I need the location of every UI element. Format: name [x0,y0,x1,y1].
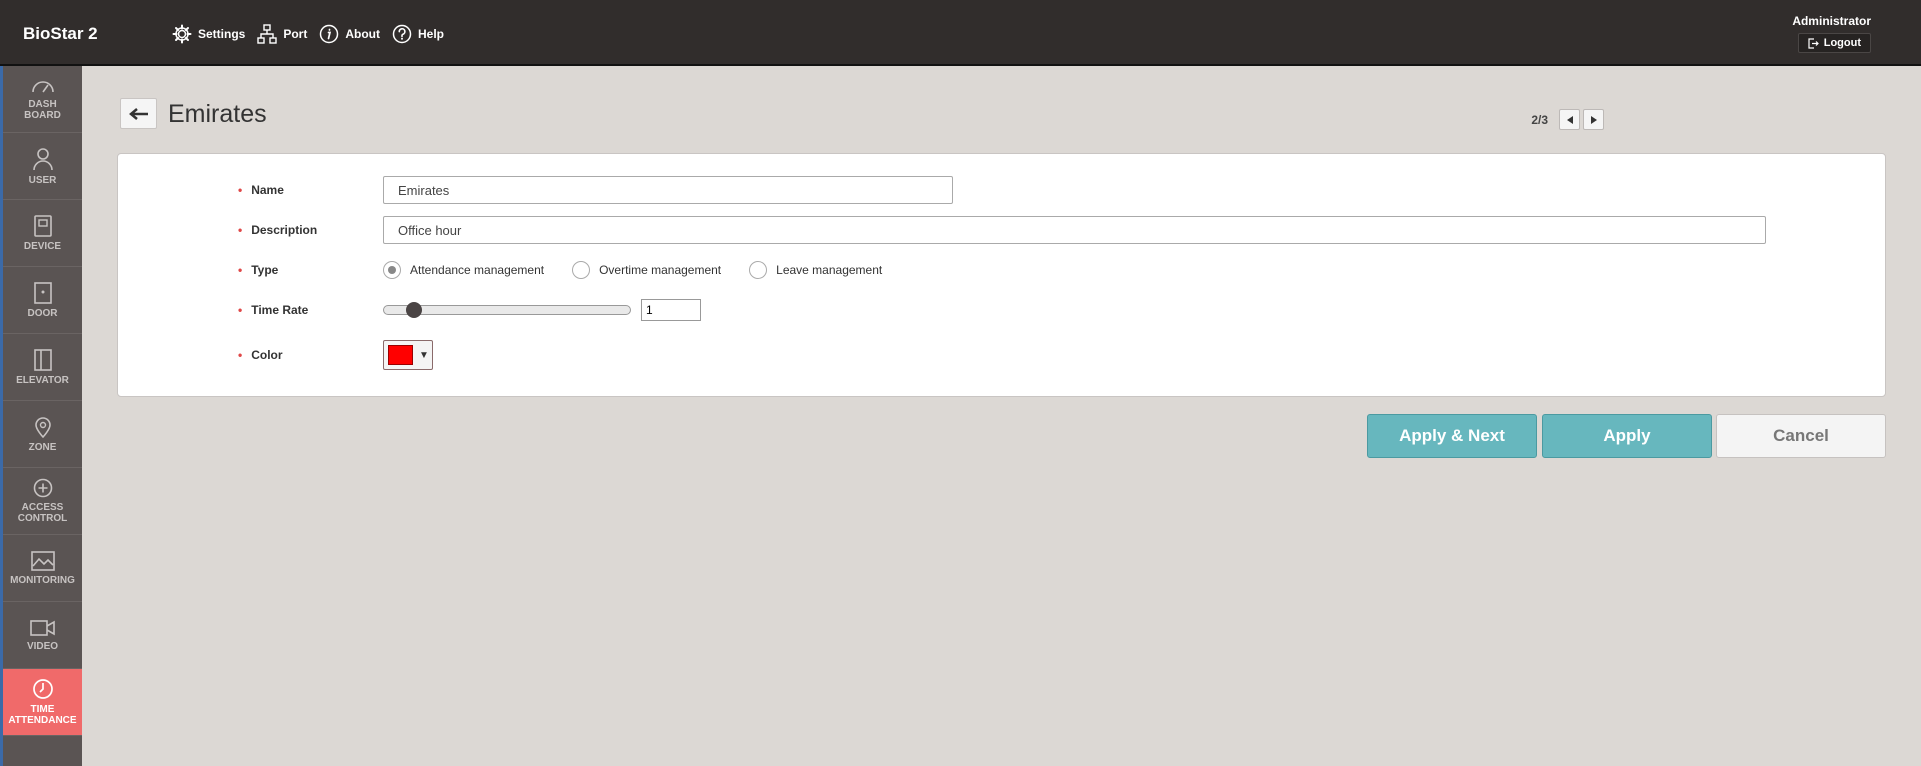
video-icon [29,619,55,636]
port-label: Port [283,27,308,41]
radio-selected-dot [388,266,396,274]
name-row: • Name [118,176,1885,204]
sidebar-label-video: VIDEO [26,640,59,652]
access-control-icon [33,478,52,498]
sidebar-item-time-attendance[interactable]: TIME ATTENDANCE [3,669,82,736]
type-label: • Type [238,263,279,277]
help-icon [392,24,412,44]
sidebar-label-access-1: ACCESS [21,502,64,513]
port-link[interactable]: Port [257,24,307,44]
cancel-button[interactable]: Cancel [1716,414,1886,458]
sidebar-item-access-control[interactable]: ACCESS CONTROL [3,468,82,535]
app-brand: BioStar 2 [23,24,98,43]
door-icon [33,281,52,304]
color-picker[interactable]: ▼ [383,340,433,370]
radio-circle [572,261,591,279]
description-input[interactable] [383,216,1766,244]
gear-icon [172,24,192,44]
sidebar-label-elevator: ELEVATOR [16,374,69,386]
sidebar-item-monitoring[interactable]: MONITORING [3,535,82,602]
radio-label: Leave management [776,263,883,277]
back-button[interactable] [120,98,157,129]
zone-icon [34,416,51,438]
description-label: • Description [238,223,318,237]
device-icon [33,214,52,237]
sidebar-label-device: DEVICE [23,240,62,252]
pager: 2/3 [1531,109,1604,130]
time-rate-label: • Time Rate [238,303,309,317]
sidebar-label-time-1: TIME [30,704,55,715]
page-title: Emirates [168,100,267,128]
name-label: • Name [238,183,284,197]
sidebar-label-dashboard-2: BOARD [24,110,61,121]
user-block: Administrator Logout [1792,14,1871,54]
time-rate-slider[interactable] [383,302,631,318]
radio-overtime-management[interactable]: Overtime management [572,261,721,279]
about-label: About [345,27,380,41]
top-bar: BioStar 2 Settings Port About Help Admin… [0,0,1921,66]
clock-icon [32,679,53,699]
triangle-left-icon [1566,115,1573,124]
color-label: • Color [238,348,283,362]
sidebar-label-time-2: ATTENDANCE [8,715,77,726]
monitoring-icon [30,550,55,571]
sidebar-item-zone[interactable]: ZONE [3,401,82,468]
elevator-icon [33,348,52,371]
slider-thumb[interactable] [405,302,422,318]
type-row: • Type Attendance management Overtime man… [118,256,1885,284]
form-panel: •Name •Description •Type Attendance mana… [117,153,1886,397]
triangle-right-icon [1590,115,1597,124]
radio-label: Attendance management [410,263,545,277]
radio-label: Overtime management [599,263,722,277]
pager-text: 2/3 [1531,112,1548,127]
caret-down-icon: ▼ [419,349,429,361]
help-link[interactable]: Help [392,24,444,44]
sidebar-label-dashboard-1: DASH [28,99,57,110]
network-icon [257,24,278,44]
sidebar-label-access-2: CONTROL [17,513,68,524]
sidebar-item-dashboard[interactable]: DASH BOARD [3,66,82,133]
settings-link[interactable]: Settings [172,24,245,44]
sidebar: DASH BOARD USER DEVICE DOOR ELEVATOR ZON… [0,66,82,766]
sidebar-item-device[interactable]: DEVICE [3,200,82,267]
logout-label: Logout [1823,37,1861,49]
sidebar-item-video[interactable]: VIDEO [3,602,82,669]
sidebar-label-user: USER [28,174,57,186]
radio-circle [383,261,401,279]
arrow-left-icon [128,107,148,120]
user-icon [32,147,53,170]
sidebar-item-user[interactable]: USER [3,133,82,200]
user-name: Administrator [1792,14,1871,28]
name-input[interactable] [383,176,953,204]
apply-button[interactable]: Apply [1542,414,1712,458]
prev-page-button[interactable] [1559,109,1580,130]
radio-leave-management[interactable]: Leave management [749,261,882,279]
sidebar-label-monitoring: MONITORING [10,574,75,586]
sidebar-label-door: DOOR [27,307,58,319]
about-link[interactable]: About [319,24,380,44]
top-nav: Settings Port About Help [172,24,456,44]
info-icon [320,24,339,44]
apply-next-button[interactable]: Apply & Next [1367,414,1537,458]
time-rate-input[interactable] [641,299,701,321]
description-row: • Description [118,216,1885,244]
next-page-button[interactable] [1583,109,1604,130]
sidebar-label-zone: ZONE [28,441,57,453]
logout-button[interactable]: Logout [1797,33,1871,53]
help-label: Help [418,27,445,41]
color-swatch [388,345,413,365]
sidebar-item-elevator[interactable]: ELEVATOR [3,334,82,401]
logout-icon [1808,37,1819,49]
color-row: • Color ▼ [118,340,1885,370]
radio-attendance-management[interactable]: Attendance management [383,261,544,279]
sidebar-item-door[interactable]: DOOR [3,267,82,334]
time-rate-row: • Time Rate [118,296,1885,324]
dashboard-icon [31,81,54,93]
settings-label: Settings [198,27,246,41]
radio-circle [749,261,768,279]
